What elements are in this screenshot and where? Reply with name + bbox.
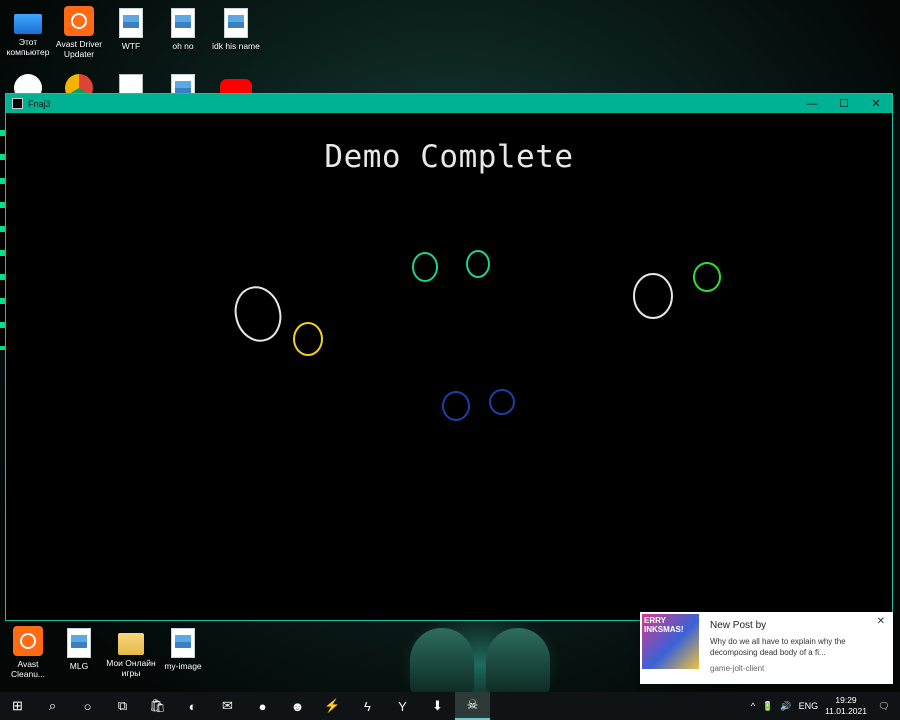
search-button[interactable]: ⌕ bbox=[35, 692, 70, 720]
notification-source: game-jolt-client bbox=[710, 664, 765, 673]
teal-eye-right bbox=[466, 250, 490, 278]
desktop-icon-my-image[interactable]: my-image bbox=[155, 628, 211, 671]
blue-eye-left bbox=[442, 391, 470, 421]
window-title: Fnaj3 bbox=[28, 98, 51, 109]
app-icon bbox=[12, 98, 23, 109]
mail-icon[interactable]: ✉ bbox=[210, 692, 245, 720]
yellow-eye bbox=[293, 322, 323, 356]
wallpaper-character-right bbox=[486, 628, 550, 694]
desktop-icon-idk-his-name[interactable]: idk his name bbox=[208, 8, 264, 51]
image-file-icon bbox=[67, 628, 91, 658]
image-file-icon bbox=[119, 8, 143, 38]
computer-icon bbox=[14, 14, 42, 34]
avast-icon bbox=[64, 6, 94, 36]
desktop-icon-avast-driver-updater[interactable]: Avast Driver Updater bbox=[51, 6, 107, 59]
among-us-icon[interactable]: ● bbox=[245, 692, 280, 720]
desktop-icon-mlg[interactable]: MLG bbox=[51, 628, 107, 671]
taskbar: ⊞ ⌕ ○ ⧉ 🛍 ◐ ✉ ● ☻ ⚡ ϟ Y ⬇ ☠ ^ 🔋 🔊 ENG 19… bbox=[0, 692, 900, 720]
green-eye bbox=[693, 262, 721, 292]
notification-close-button[interactable]: ✕ bbox=[877, 616, 885, 627]
desktop-icon-online-games-folder[interactable]: Мои Онлайн игры bbox=[103, 628, 159, 678]
desktop-icon-label: Мои Онлайн игры bbox=[106, 658, 156, 678]
system-tray: ^ 🔋 🔊 ENG 19:29 11.01.2021 🗨 bbox=[751, 695, 894, 717]
desktop-icon-label: Avast Driver Updater bbox=[55, 39, 103, 59]
clock-date: 11.01.2021 bbox=[825, 706, 867, 716]
notification-thumbnail: ERRY INKSMAS! bbox=[642, 614, 699, 669]
wallpaper-character-left bbox=[410, 628, 474, 694]
desktop-icon-this-pc[interactable]: Этот компьютер bbox=[0, 8, 56, 57]
folder-icon bbox=[118, 633, 144, 655]
notification-title: New Post by bbox=[710, 620, 767, 631]
start-button[interactable]: ⊞ bbox=[0, 692, 35, 720]
tool-icon[interactable]: ⚡ bbox=[315, 692, 350, 720]
cortana-button[interactable]: ○ bbox=[70, 692, 105, 720]
task-view-button[interactable]: ⧉ bbox=[105, 692, 140, 720]
desktop-icon-label: idk his name bbox=[212, 41, 260, 51]
volume-icon[interactable]: 🔊 bbox=[780, 701, 791, 712]
desktop-icon-label: my-image bbox=[164, 661, 202, 671]
tray-chevron-icon[interactable]: ^ bbox=[751, 701, 755, 711]
fnaj3-taskbar-icon[interactable]: ☠ bbox=[455, 692, 490, 720]
notification-toast[interactable]: ERRY INKSMAS! New Post by Why do we all … bbox=[640, 612, 893, 684]
teal-eye-left bbox=[412, 252, 438, 282]
window-titlebar[interactable]: Fnaj3 — ☐ ✕ bbox=[6, 94, 892, 113]
white-eye-right bbox=[633, 273, 673, 319]
blue-eye-right bbox=[489, 389, 515, 415]
maximize-button[interactable]: ☐ bbox=[828, 94, 860, 113]
language-indicator[interactable]: ENG bbox=[799, 701, 819, 711]
battery-icon[interactable]: 🔋 bbox=[762, 701, 773, 712]
desktop-icon-label: Этот компьютер bbox=[6, 37, 50, 57]
game-window: Fnaj3 — ☐ ✕ Demo Complete bbox=[5, 93, 893, 621]
desktop-icon-oh-no[interactable]: oh no bbox=[155, 8, 211, 51]
desktop-icon-avast-cleanup[interactable]: Avast Cleanu... bbox=[0, 626, 56, 679]
desktop-icon-label: MLG bbox=[69, 661, 89, 671]
eyes-illustration bbox=[234, 250, 721, 421]
image-file-icon bbox=[224, 8, 248, 38]
yandex-browser-icon[interactable]: Y bbox=[385, 692, 420, 720]
desktop-icon-label: Avast Cleanu... bbox=[10, 659, 46, 679]
desktop-icon-label: WTF bbox=[121, 41, 141, 51]
game-icon[interactable]: ☻ bbox=[280, 692, 315, 720]
avast-icon bbox=[13, 626, 43, 656]
game-canvas[interactable]: Demo Complete bbox=[6, 113, 892, 620]
downloader-icon[interactable]: ⬇ bbox=[420, 692, 455, 720]
image-file-icon bbox=[171, 628, 195, 658]
edge-icon[interactable]: ◐ bbox=[175, 692, 210, 720]
desktop-icon-wtf[interactable]: WTF bbox=[103, 8, 159, 51]
clock[interactable]: 19:29 11.01.2021 bbox=[825, 695, 867, 717]
thumbnail-text: ERRY INKSMAS! bbox=[644, 616, 684, 634]
close-button[interactable]: ✕ bbox=[860, 94, 892, 113]
minimize-button[interactable]: — bbox=[796, 94, 828, 113]
clock-time: 19:29 bbox=[835, 695, 857, 705]
image-file-icon bbox=[171, 8, 195, 38]
notification-body: Why do we all have to explain why the de… bbox=[710, 637, 846, 657]
white-eye-left bbox=[234, 286, 282, 342]
desktop-icon-label: oh no bbox=[172, 41, 194, 51]
notification-center-icon[interactable]: 🗨 bbox=[874, 698, 894, 714]
game-jolt-icon[interactable]: ϟ bbox=[350, 692, 385, 720]
store-icon[interactable]: 🛍 bbox=[140, 692, 175, 720]
